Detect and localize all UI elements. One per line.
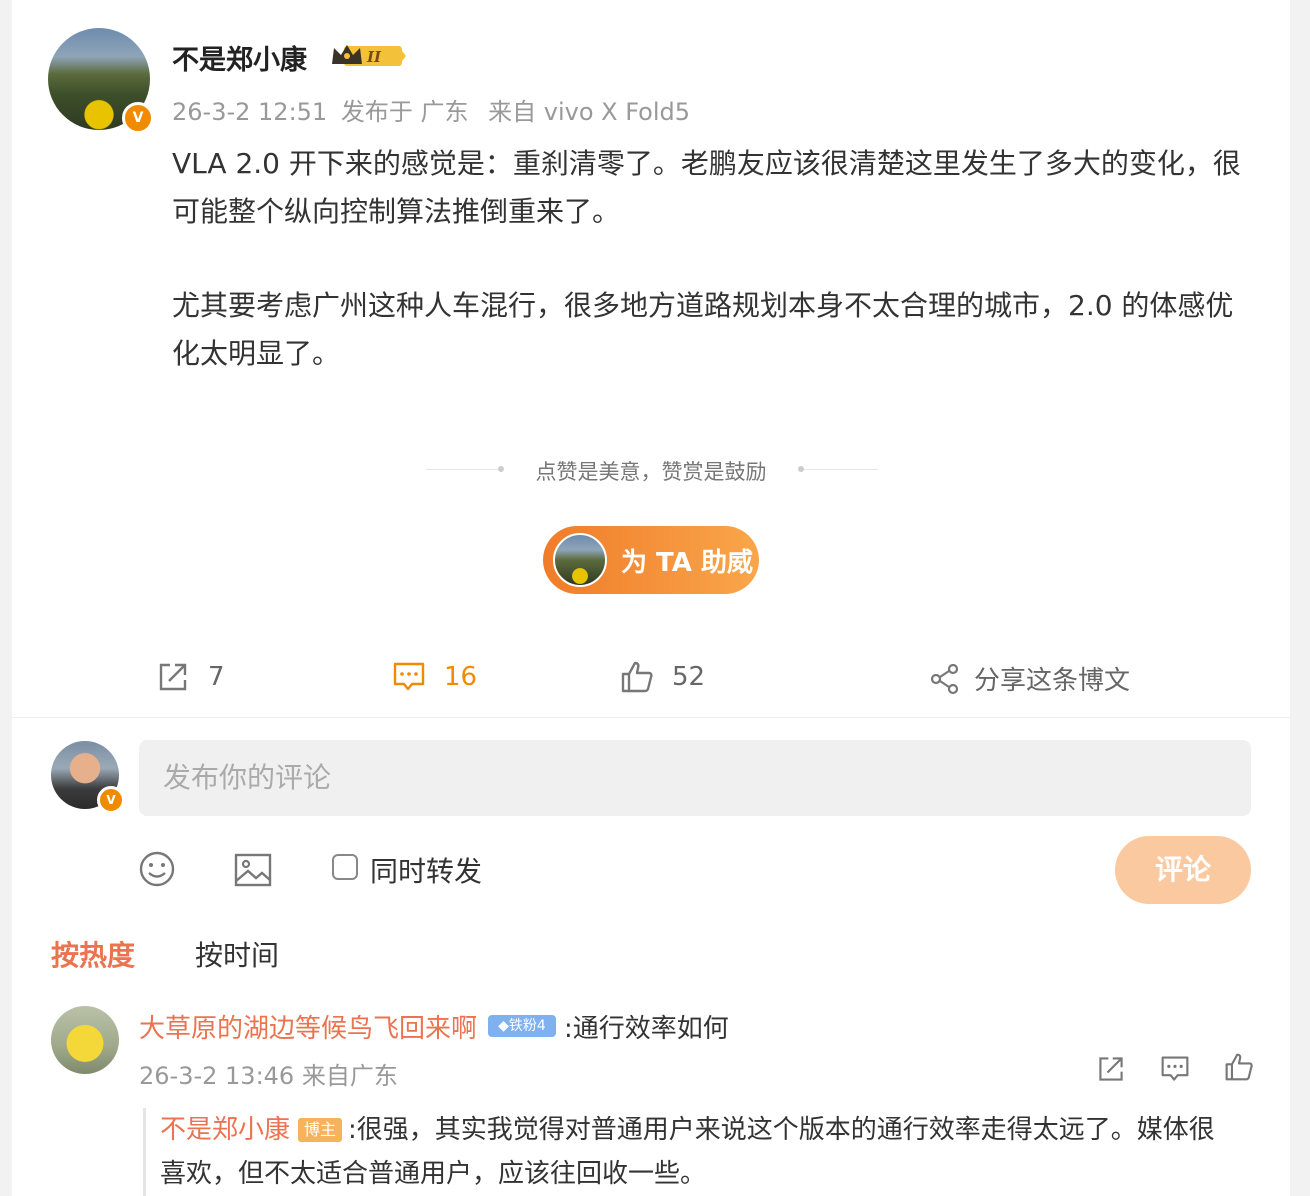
like-icon bbox=[621, 661, 653, 693]
forward-checkbox[interactable] bbox=[332, 854, 358, 880]
section-divider bbox=[12, 717, 1290, 718]
share-icon bbox=[930, 663, 959, 694]
comment-repost-icon[interactable] bbox=[1096, 1054, 1126, 1084]
crown-level-icon: II bbox=[332, 45, 406, 66]
fan-badge: ◆铁粉4 bbox=[488, 1015, 556, 1037]
image-icon[interactable] bbox=[234, 852, 272, 888]
share-button[interactable]: 分享这条博文 bbox=[930, 660, 1130, 697]
repost-icon bbox=[159, 663, 187, 691]
verified-icon: V bbox=[122, 102, 154, 134]
comment-text: :通行效率如何 bbox=[564, 1014, 729, 1044]
reward-hint: 点赞是美意，赞赏是鼓励 bbox=[535, 460, 767, 484]
diamond-icon: ◆ bbox=[498, 1018, 509, 1034]
repost-count: 7 bbox=[208, 662, 225, 692]
reply-author[interactable]: 不是郑小康 bbox=[160, 1115, 290, 1145]
post-paragraph: 尤其要考虑广州这种人车混行，很多地方道路规划本身不太合理的城市，2.0 的体感优… bbox=[172, 289, 1234, 370]
comment-icon bbox=[393, 662, 425, 691]
repost-button[interactable]: 7 bbox=[156, 660, 225, 694]
post-location: 发布于 广东 bbox=[340, 98, 469, 126]
like-count: 52 bbox=[672, 662, 706, 692]
support-button[interactable]: 为 TA 助威 bbox=[543, 526, 759, 594]
submit-comment-button[interactable]: 评论 bbox=[1115, 836, 1251, 904]
level-badge-label: II bbox=[366, 48, 382, 66]
forward-label[interactable]: 同时转发 bbox=[370, 850, 482, 890]
post-device: 来自 vivo X Fold5 bbox=[488, 98, 691, 126]
commenter-avatar[interactable] bbox=[51, 1006, 119, 1074]
like-button[interactable]: 52 bbox=[620, 660, 705, 694]
comment-input[interactable]: 发布你的评论 bbox=[139, 740, 1251, 816]
emoji-icon[interactable] bbox=[138, 850, 176, 888]
tab-sort-time[interactable]: 按时间 bbox=[195, 934, 279, 974]
comment-reply-icon[interactable] bbox=[1160, 1054, 1190, 1084]
post-card: V 不是郑小康 II 26-3-2 12:51 发布于 广东 来自 vivo X… bbox=[12, 0, 1290, 1196]
post-content: VLA 2.0 开下来的感觉是：重刹清零了。老鹏友应该很清楚这里发生了多大的变化… bbox=[172, 140, 1252, 424]
post-timestamp[interactable]: 26-3-2 12:51 bbox=[172, 98, 327, 126]
support-label: 为 TA 助威 bbox=[621, 547, 753, 578]
post-meta: 26-3-2 12:51 发布于 广东 来自 vivo X Fold5 bbox=[172, 92, 690, 127]
author-name[interactable]: 不是郑小康 bbox=[172, 38, 307, 77]
support-avatar bbox=[553, 533, 607, 587]
tab-sort-hot[interactable]: 按热度 bbox=[51, 934, 135, 974]
owner-badge: 博主 bbox=[298, 1118, 343, 1142]
reply: 不是郑小康 博主:很强，其实我觉得对普通用户来说这个版本的通行效率走得太远了。媒体… bbox=[160, 1108, 1240, 1196]
my-verified-icon: V bbox=[97, 786, 125, 814]
comment-count: 16 bbox=[444, 662, 478, 692]
comment-like-icon[interactable] bbox=[1224, 1052, 1254, 1082]
comment-button[interactable]: 16 bbox=[392, 660, 477, 694]
post-paragraph: VLA 2.0 开下来的感觉是：重刹清零了。老鹏友应该很清楚这里发生了多大的变化… bbox=[172, 147, 1241, 228]
share-label: 分享这条博文 bbox=[974, 666, 1131, 696]
divider-right bbox=[804, 469, 878, 470]
reply-quote-bar bbox=[143, 1108, 146, 1196]
fan-badge-label: 铁粉4 bbox=[508, 1018, 546, 1034]
comment-meta: 26-3-2 13:46 来自广东 bbox=[139, 1062, 398, 1090]
commenter-name[interactable]: 大草原的湖边等候鸟飞回来啊 bbox=[139, 1008, 477, 1045]
